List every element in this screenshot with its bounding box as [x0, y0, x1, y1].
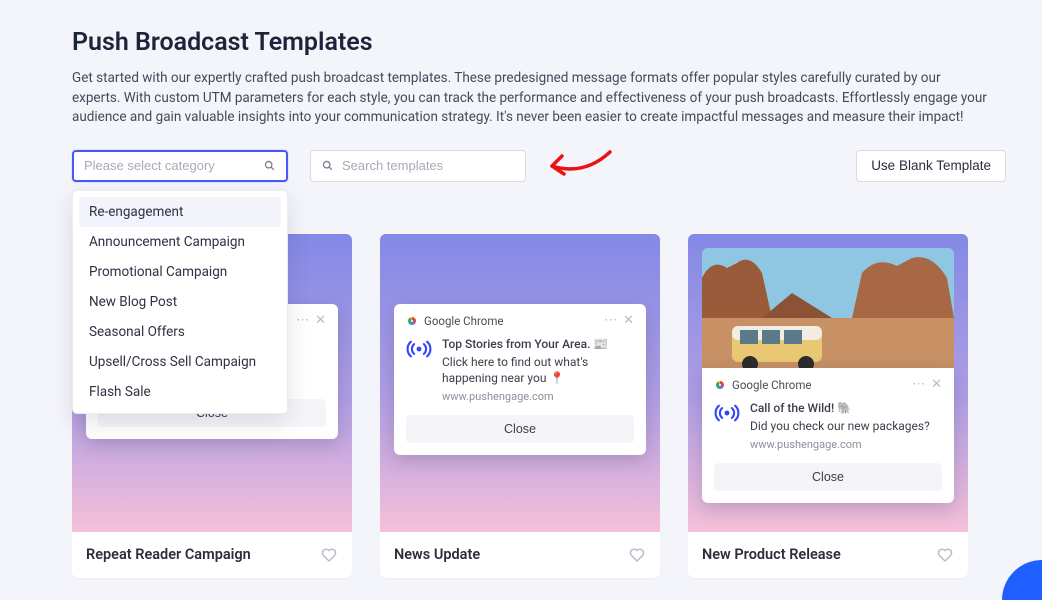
push-body: Click here to find out what's happening …: [442, 354, 634, 386]
controls-row: Use Blank Template Re-engagement Announc…: [72, 150, 1006, 182]
use-blank-template-button[interactable]: Use Blank Template: [856, 150, 1006, 182]
search-input[interactable]: [342, 158, 515, 173]
category-option[interactable]: Flash Sale: [79, 377, 281, 407]
category-input[interactable]: [84, 158, 263, 173]
card-hero-image: [702, 248, 954, 368]
category-select[interactable]: [72, 150, 288, 182]
push-title: Call of the Wild! 🐘: [750, 400, 942, 416]
category-option[interactable]: Re-engagement: [79, 197, 281, 227]
push-title: Top Stories from Your Area. 📰: [442, 336, 634, 352]
broadcast-icon: [714, 400, 740, 453]
category-option[interactable]: Announcement Campaign: [79, 227, 281, 257]
browser-label: Google Chrome: [424, 314, 504, 328]
template-title: Repeat Reader Campaign: [86, 546, 251, 563]
push-preview: Google Chrome ⋯ ✕: [702, 368, 954, 503]
push-site: www.pushengage.com: [750, 438, 942, 453]
card-preview: Google Chrome ⋯ ✕: [688, 234, 968, 532]
page-title: Push Broadcast Templates: [72, 28, 1006, 57]
template-title: New Product Release: [702, 546, 841, 563]
category-option[interactable]: Promotional Campaign: [79, 257, 281, 287]
broadcast-icon: [406, 336, 432, 405]
favorite-icon[interactable]: [320, 546, 338, 564]
template-title: News Update: [394, 546, 480, 563]
browser-label: Google Chrome: [732, 378, 812, 392]
favorite-icon[interactable]: [628, 546, 646, 564]
template-card[interactable]: Google Chrome ⋯ ✕: [380, 234, 660, 578]
search-icon: [321, 159, 334, 172]
more-icon[interactable]: ⋯: [912, 378, 925, 391]
close-icon[interactable]: ✕: [623, 314, 634, 327]
close-icon[interactable]: ✕: [931, 378, 942, 391]
chrome-icon: [714, 379, 726, 391]
category-option[interactable]: Seasonal Offers: [79, 317, 281, 347]
card-preview: Google Chrome ⋯ ✕: [380, 234, 660, 532]
more-icon[interactable]: ⋯: [296, 314, 309, 327]
category-option[interactable]: Upsell/Cross Sell Campaign: [79, 347, 281, 377]
close-icon[interactable]: ✕: [315, 314, 326, 327]
chrome-icon: [406, 315, 418, 327]
template-card[interactable]: Google Chrome ⋯ ✕: [688, 234, 968, 578]
more-icon[interactable]: ⋯: [604, 314, 617, 327]
search-icon: [263, 159, 276, 172]
push-site: www.pushengage.com: [442, 390, 634, 405]
category-option[interactable]: New Blog Post: [79, 287, 281, 317]
search-templates[interactable]: [310, 150, 526, 182]
push-preview: Google Chrome ⋯ ✕: [394, 304, 646, 455]
page-intro: Get started with our expertly crafted pu…: [72, 69, 992, 128]
push-body: Did you check our new packages?: [750, 418, 942, 434]
push-close-button[interactable]: Close: [406, 415, 634, 443]
push-close-button[interactable]: Close: [714, 463, 942, 491]
category-dropdown: Re-engagement Announcement Campaign Prom…: [72, 190, 288, 414]
favorite-icon[interactable]: [936, 546, 954, 564]
